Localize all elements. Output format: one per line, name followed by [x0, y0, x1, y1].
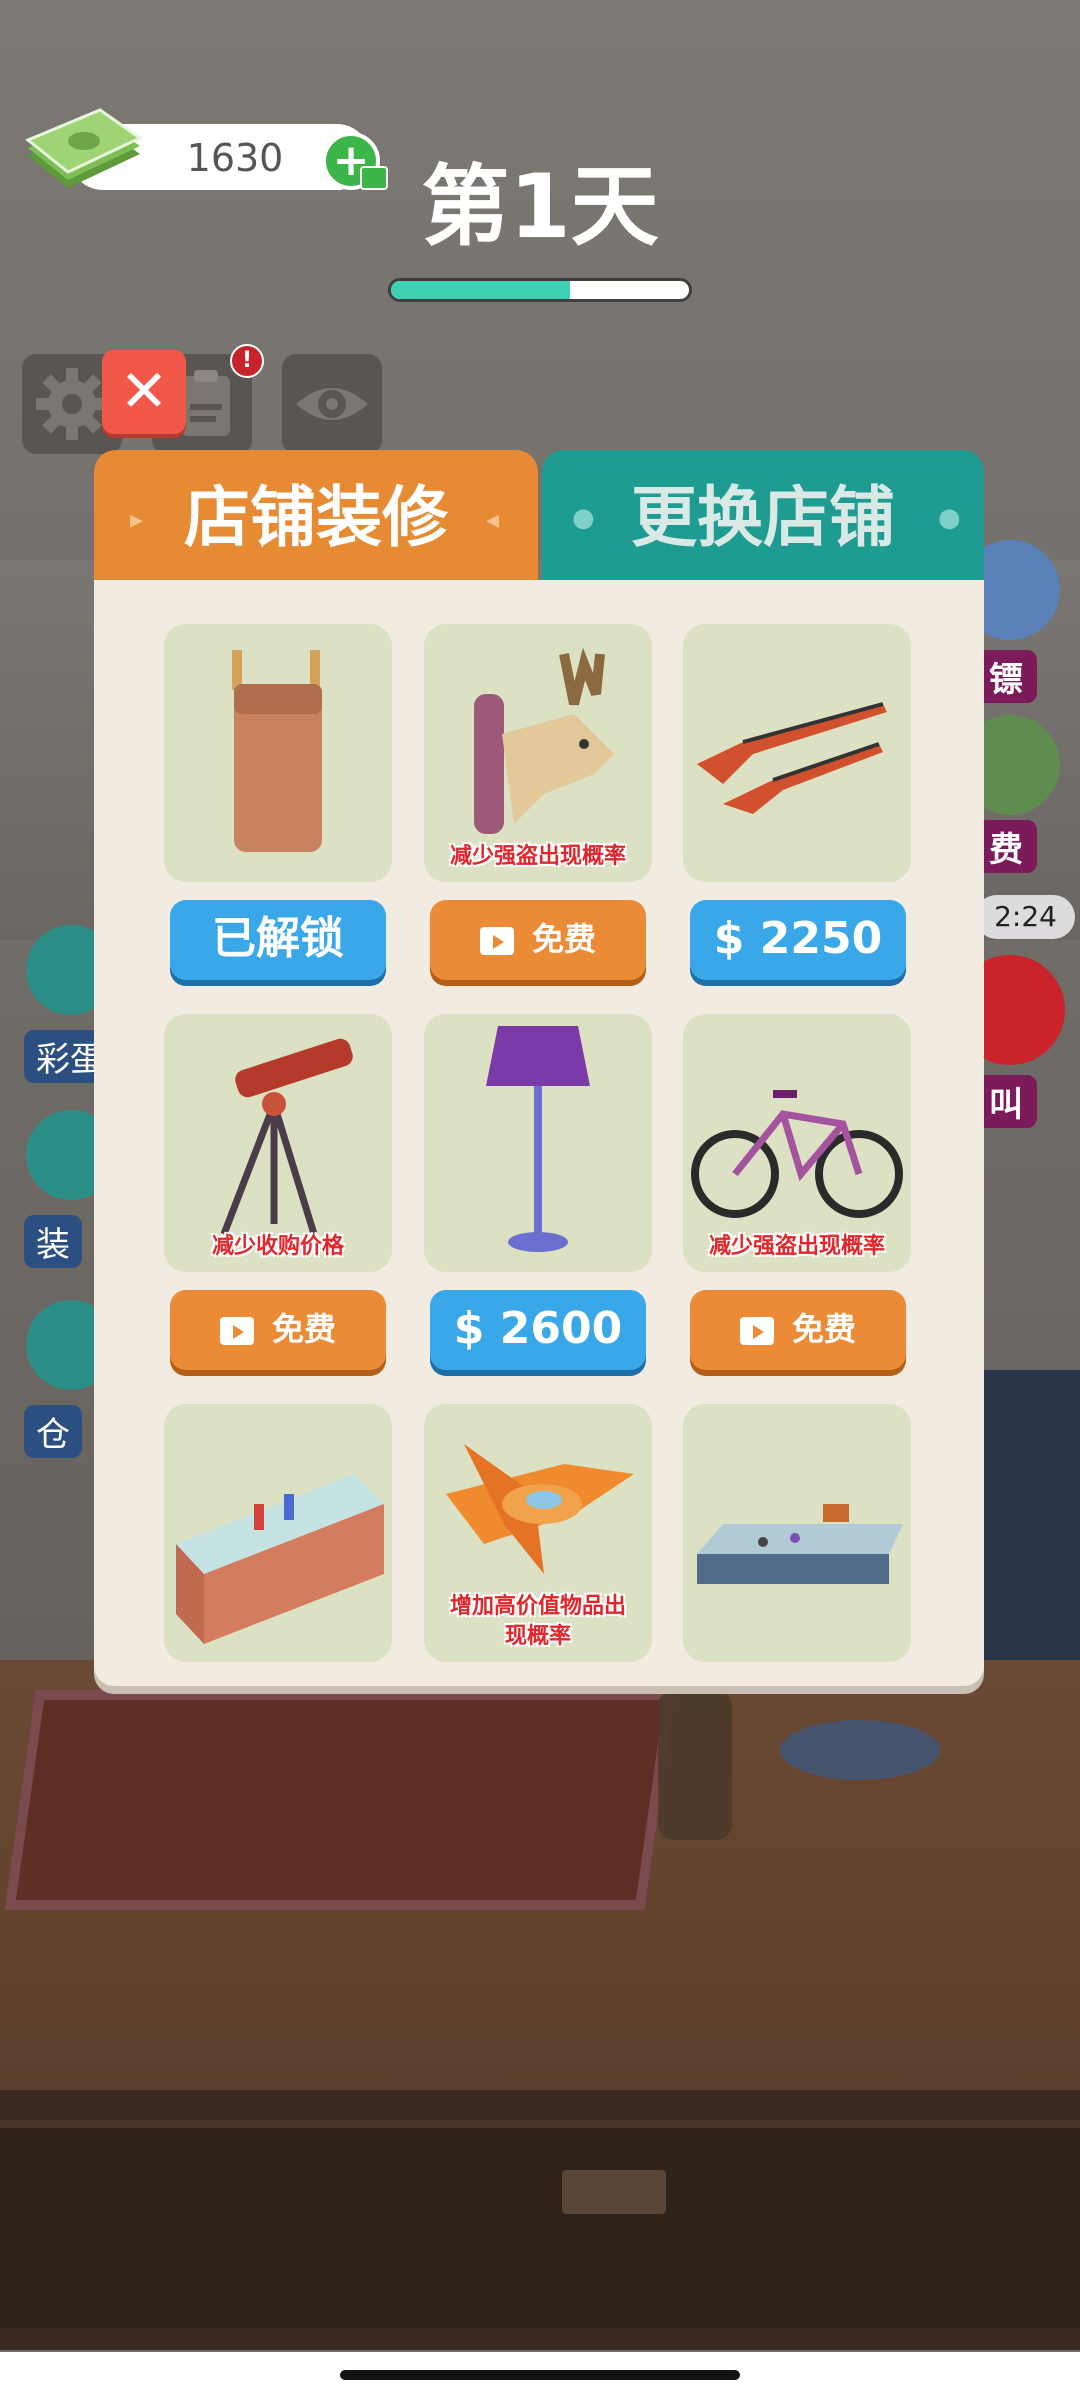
item-caption: 减少强盗出现概率	[449, 844, 626, 869]
tab-dot-left-icon: ●	[572, 503, 595, 533]
eye-icon	[296, 388, 368, 420]
warehouse-label: 仓	[24, 1405, 82, 1458]
cash-label: 费	[975, 820, 1037, 873]
item-button-unlocked[interactable]: 已解锁	[170, 900, 386, 980]
desk-mat	[4, 1690, 676, 1910]
home-indicator[interactable]	[340, 2370, 740, 2380]
day-progress-fill	[391, 281, 570, 299]
monitor-stand	[780, 1720, 940, 1780]
item-card-rifles[interactable]	[683, 624, 911, 882]
notification-badge: !	[230, 344, 264, 378]
rifles-icon	[697, 702, 887, 814]
item-caption: 增加高价值物品出现概率	[449, 1594, 626, 1649]
day-title: 第1天	[421, 155, 659, 258]
drawer-handle	[562, 2170, 666, 2214]
timer: 2:24	[975, 895, 1075, 939]
item-card-floor-lamp[interactable]	[424, 1014, 652, 1272]
day-progress-bar	[388, 278, 692, 302]
tab-shop-decoration[interactable]: 店铺装修	[94, 450, 538, 586]
video-ad-icon	[739, 1317, 774, 1345]
free-label: 免费	[531, 920, 596, 958]
item-card-telescope[interactable]: 减少收购价格	[164, 1014, 392, 1272]
video-ad-icon	[479, 927, 514, 955]
video-ad-icon	[219, 1317, 254, 1345]
glass-bottle	[658, 1690, 732, 1840]
item-button-price[interactable]: $ 2250	[690, 900, 906, 980]
tab-arrow-left-icon: ▸	[130, 505, 144, 535]
item-card-display-cabinet[interactable]	[164, 1404, 392, 1662]
tab-dot-right-icon: ●	[938, 503, 961, 533]
free-label: 免费	[791, 1310, 856, 1348]
item-button-free[interactable]: 免费	[690, 1290, 906, 1370]
knife-block-icon	[232, 650, 322, 852]
view-button[interactable]	[282, 354, 382, 454]
decorate-label: 装	[24, 1215, 82, 1268]
floor-lamp-icon	[486, 1026, 590, 1252]
item-caption: 减少收购价格	[211, 1234, 344, 1259]
cash-stack-icon	[25, 108, 142, 188]
item-caption: 减少强盗出现概率	[708, 1234, 885, 1259]
item-button-free[interactable]: 免费	[170, 1290, 386, 1370]
tab-change-shop[interactable]: 更换店铺	[542, 450, 984, 586]
item-button-price[interactable]: $ 2600	[430, 1290, 646, 1370]
item-card-glass-counter[interactable]	[683, 1404, 911, 1662]
glass-counter-icon	[697, 1504, 903, 1584]
close-button[interactable]: ✕	[102, 350, 186, 434]
escort-label: 镖	[975, 650, 1037, 703]
money-value: 1630	[186, 136, 284, 180]
free-label: 免费	[271, 1310, 336, 1348]
item-card-deer-head[interactable]: 减少强盗出现概率	[424, 624, 652, 882]
tab-arrow-right-icon: ◂	[486, 505, 500, 535]
item-card-knife-block[interactable]	[164, 624, 392, 882]
display-cabinet-icon	[176, 1474, 384, 1644]
item-card-bicycle[interactable]: 减少强盗出现概率	[683, 1014, 911, 1272]
desk-drawer	[0, 2120, 1080, 2328]
item-card-airplane[interactable]: 增加高价值物品出现概率	[424, 1404, 652, 1662]
santa-label: 叫	[975, 1075, 1037, 1128]
item-button-free[interactable]: 免费	[430, 900, 646, 980]
